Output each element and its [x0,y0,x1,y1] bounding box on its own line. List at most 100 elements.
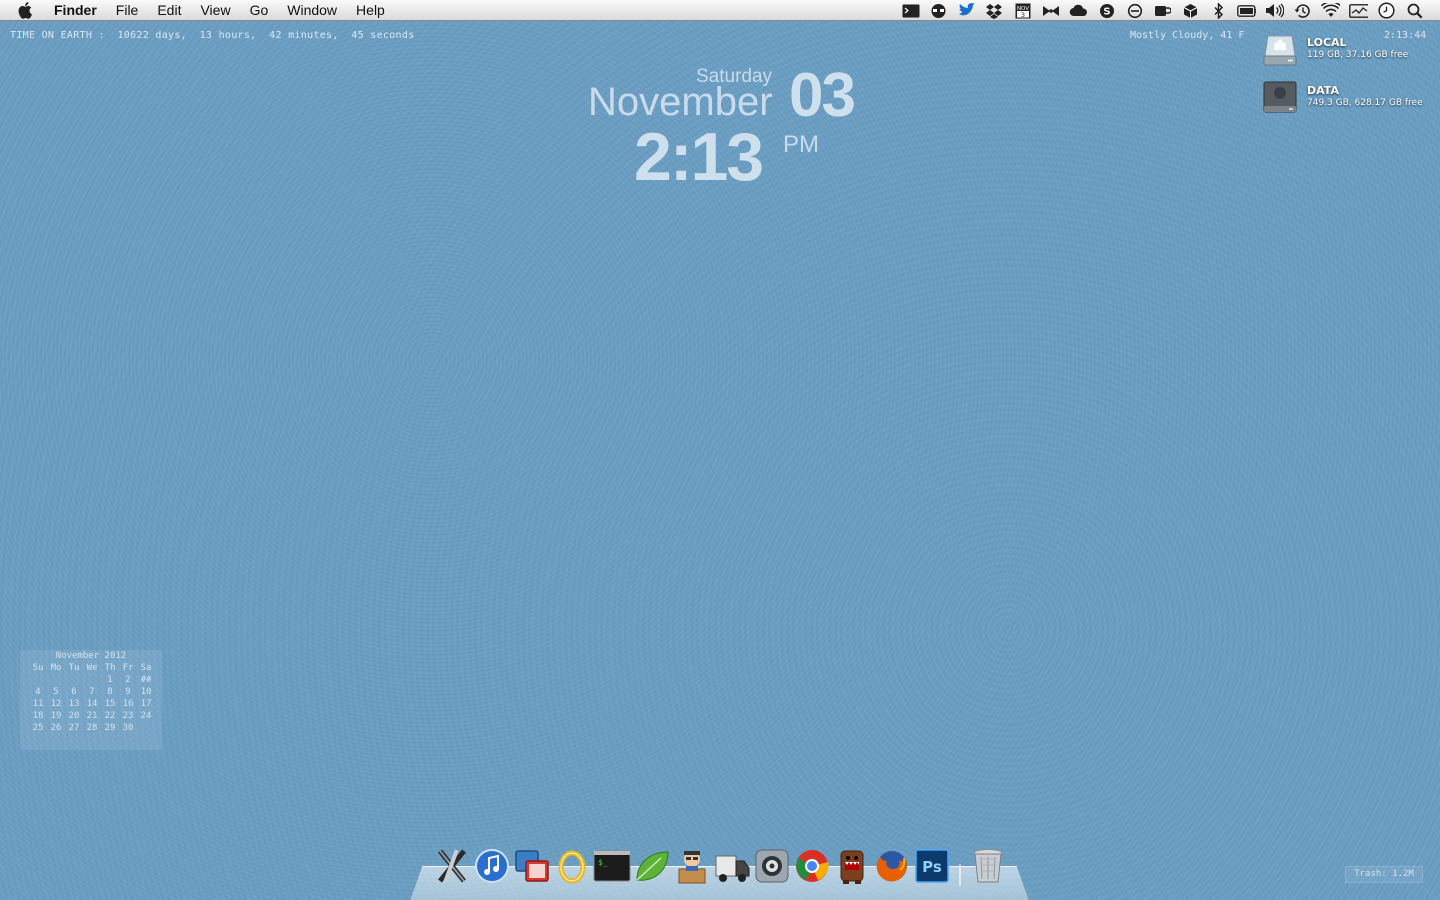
calendar-day: 13 [68,699,80,709]
calendar-header: Fr [122,663,134,673]
calendar-day: 1 [107,675,113,685]
calendar-day [29,674,47,686]
terminal-icon[interactable]: $_ [592,846,632,886]
calendar-day: 6 [71,687,77,697]
box-icon[interactable] [1181,2,1200,19]
volume-icon[interactable] [1265,2,1284,19]
dock-separator [952,846,968,886]
calendar-week: 11 12 13 14 15 16 17 [20,698,162,710]
menu-bar: Finder File Edit View Go Window Help NOV… [0,0,1440,21]
calendar-day: 14 [86,699,98,709]
vmware-icon[interactable] [512,846,552,886]
calendar-day: 19 [50,711,62,721]
wifi-icon[interactable] [1321,2,1340,19]
calendar-day: 17 [140,699,152,709]
apple-menu-icon[interactable] [18,1,38,19]
no-entry-icon[interactable] [1125,2,1144,19]
time-on-earth-text: TIME ON EARTH : 10622 days, 13 hours, 42… [10,30,415,41]
calendar-week: 18 19 20 21 22 23 24 [20,710,162,722]
menu-go[interactable]: Go [250,2,269,18]
calendar-day [47,674,65,686]
clock-icon[interactable] [1377,2,1396,19]
calendar-day [65,674,83,686]
o-ring-icon[interactable] [552,846,592,886]
xcode-icon[interactable] [432,846,472,886]
domo-kun-icon[interactable] [832,846,872,886]
calendar-day: 20 [68,711,80,721]
calendar-day: 24 [140,711,152,721]
system-preferences-icon[interactable] [752,846,792,886]
calendar-header: Tu [68,663,80,673]
battery-icon[interactable] [1237,2,1256,19]
calendar-day [137,722,155,734]
drive-name: DATA [1307,84,1339,97]
spotlight-icon[interactable] [1405,2,1424,19]
itunes-icon[interactable] [472,846,512,886]
menu-file[interactable]: File [116,2,139,18]
calendar-day: 8 [107,687,113,697]
calendar-day: 10 [140,687,152,697]
calendar-day: 4 [35,687,41,697]
firefox-icon[interactable] [872,846,912,886]
calendar-week: 4 5 6 7 8 9 10 [20,686,162,698]
calendar-day: 23 [122,711,134,721]
leaf-icon[interactable] [632,846,672,886]
bluetooth-icon[interactable] [1209,2,1228,19]
spy-icon[interactable] [929,2,948,19]
transmit-icon[interactable] [672,846,712,886]
clock-time: 2:13 [634,119,764,195]
menu-help[interactable]: Help [356,2,385,18]
cloud-icon[interactable] [1069,2,1088,19]
clock-day: 03 [789,61,856,130]
delivery-truck-icon[interactable] [712,846,752,886]
hard-drive-icon[interactable] [1262,80,1298,116]
photoshop-icon[interactable]: Ps [912,846,952,886]
caffeine-cup-icon[interactable] [1153,2,1172,19]
external-drive-icon[interactable] [1262,32,1298,68]
menu-window[interactable]: Window [287,2,337,18]
activity-monitor-icon[interactable] [1349,2,1368,19]
drive-name: LOCAL [1307,36,1347,49]
calendar-day: 30 [122,723,134,733]
calendar-header: Su [32,663,44,673]
calendar-day: 11 [32,699,44,709]
calendar-header: Mo [50,663,62,673]
calendar-title: November 2012 [55,651,127,661]
calendar-week: 1 2 ## [20,674,162,686]
calendar-day: 15 [104,699,116,709]
calendar-day: 26 [50,723,62,733]
skype-icon[interactable]: S [1097,2,1116,19]
drive-local[interactable]: LOCAL 119 GB, 37.16 GB free [1262,32,1408,68]
terminal-icon[interactable] [901,2,920,19]
calendar-day: 27 [68,723,80,733]
menu-view[interactable]: View [200,2,230,18]
calendar-day: 29 [104,723,116,733]
calendar-day-today: ## [140,675,152,685]
calendar-day: 22 [104,711,116,721]
status-icons: NOV 3 S [901,0,1424,21]
dropbox-icon[interactable] [985,2,1004,19]
calendar-week: 25 26 27 28 29 30 [20,722,162,734]
trash-icon[interactable] [968,846,1008,886]
trash-size-label: Trash: 1.2M [1345,866,1423,883]
menu-app-finder[interactable]: Finder [54,2,97,18]
calendar-header: Th [104,663,116,673]
calendar-day: 9 [125,687,131,697]
calendar-day: 21 [86,711,98,721]
chrome-icon[interactable] [792,846,832,886]
twitter-bird-icon[interactable] [957,2,976,19]
calendar-day [83,674,101,686]
drive-info: 749.3 GB, 628.17 GB free [1307,98,1423,108]
bowtie-icon[interactable] [1041,2,1060,19]
drive-data[interactable]: DATA 749.3 GB, 628.17 GB free [1262,80,1423,116]
calendar-date-icon[interactable]: NOV 3 [1013,2,1032,19]
menu-edit[interactable]: Edit [157,2,181,18]
weather-text: Mostly Cloudy, 41 F [1130,30,1245,41]
calendar-day: 28 [86,723,98,733]
calendar-header: Sa [140,663,152,673]
svg-text:S: S [1103,6,1110,17]
clock-ampm: PM [783,131,819,158]
time-machine-icon[interactable] [1293,2,1312,19]
drive-info: 119 GB, 37.16 GB free [1307,50,1409,60]
photoshop-label: Ps [922,858,942,876]
